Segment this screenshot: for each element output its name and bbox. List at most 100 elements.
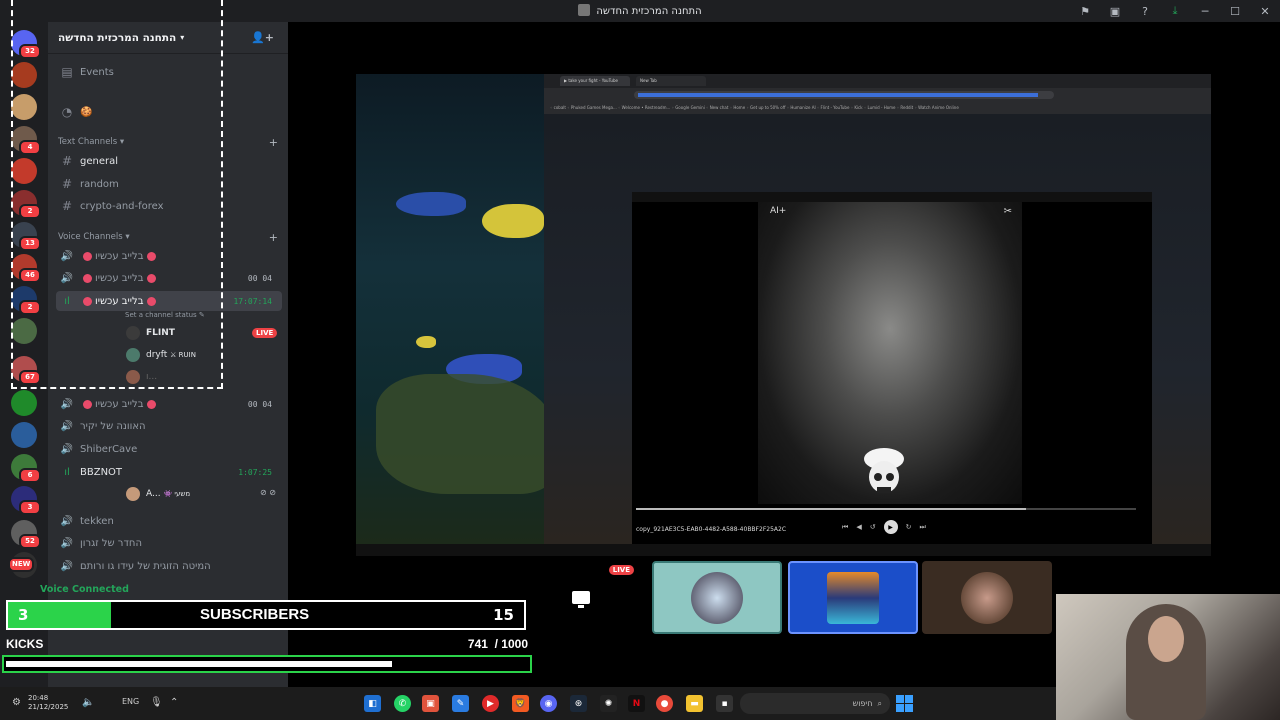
channel-crypto-and-forex[interactable]: # crypto-and-forex	[56, 196, 282, 216]
voice-channel-active[interactable]: ıl בלייב עכשיו 17:07:14	[56, 291, 282, 311]
screen-icon[interactable]: ▣	[1100, 0, 1130, 22]
server-icon[interactable]: 4	[11, 126, 41, 155]
server-icon[interactable]: 13	[11, 222, 41, 251]
voice-channel[interactable]: 🔊 בלייב עכשיו	[56, 246, 282, 266]
voice-member[interactable]: A... 👾 משעי	[126, 485, 190, 503]
voice-member[interactable]: ı...	[126, 368, 157, 386]
close-button[interactable]: ✕	[1250, 0, 1280, 22]
server-icon[interactable]	[11, 422, 37, 448]
server-icon[interactable]: 2	[11, 286, 41, 315]
browser-tab[interactable]: ▶ take your fight - YouTube	[560, 76, 630, 86]
windows-start-icon[interactable]	[896, 695, 913, 712]
browse-channels-link[interactable]: ◔ 🍪	[56, 102, 282, 122]
chevron-up-icon[interactable]: ⌃	[170, 697, 178, 708]
tile-screen-share[interactable]: LIVE	[516, 561, 646, 634]
player-topbar	[632, 192, 1152, 202]
server-icon[interactable]: 2	[11, 190, 41, 219]
stream-controls-bar	[356, 544, 1211, 556]
voice-channel[interactable]: 🔊 בלייב עכשיו 00 04	[56, 394, 282, 414]
channel-random[interactable]: # random	[56, 174, 282, 194]
maximize-button[interactable]: ☐	[1220, 0, 1250, 22]
server-icon[interactable]	[11, 62, 37, 88]
youtube-icon[interactable]: ▶	[482, 695, 499, 712]
play-button[interactable]: ▶	[883, 520, 898, 534]
speaker-icon: 🔊	[60, 420, 74, 432]
forward-icon[interactable]: ↻	[906, 523, 912, 531]
whatsapp-icon[interactable]: ✆	[394, 695, 411, 712]
language-indicator[interactable]: ENG	[122, 697, 139, 706]
tile-participant[interactable]	[922, 561, 1052, 634]
network-icon[interactable]: ⚙	[12, 697, 21, 708]
minimize-button[interactable]: ─	[1190, 0, 1220, 22]
voice-member[interactable]: dryft ⚔ RUIN	[126, 346, 196, 364]
help-icon[interactable]: ?	[1130, 0, 1160, 22]
avatar	[961, 571, 1013, 624]
server-icon[interactable]: 6	[11, 454, 41, 483]
video-progress-bar[interactable]	[636, 508, 1136, 510]
replay-icon[interactable]: ↺	[870, 523, 876, 531]
microphone-icon[interactable]: 🎙	[150, 697, 163, 708]
server-icon[interactable]: 67	[11, 356, 41, 385]
server-icon[interactable]	[11, 158, 37, 184]
avatar	[126, 487, 140, 501]
server-header[interactable]: התחנה המרכזית החדשה ▾ 👤+	[48, 22, 288, 54]
events-link[interactable]: ▤ Events	[56, 62, 282, 82]
skip-back-icon[interactable]: ⏮	[842, 523, 848, 532]
app-icon-store[interactable]: ◧	[364, 695, 381, 712]
server-icon-home[interactable]: 32	[11, 30, 41, 59]
channel-timer: 00 04	[247, 399, 272, 409]
rewind-icon[interactable]: ◀	[856, 523, 861, 531]
voice-channel[interactable]: 🔊 האוונה של יקיר	[56, 416, 282, 436]
server-icon[interactable]	[11, 318, 37, 344]
browser-url-bar[interactable]	[544, 88, 1211, 102]
app-icon-editor[interactable]: ✎	[452, 695, 469, 712]
volume-icon[interactable]: 🔈	[82, 697, 94, 708]
voice-channel[interactable]: ıl BBZNOT 1:07:25	[56, 462, 282, 482]
download-icon[interactable]: ⤓	[1160, 0, 1190, 22]
voice-channel[interactable]: 🔊 tekken	[56, 511, 282, 531]
server-icon[interactable]: 46	[11, 254, 41, 283]
discord-icon[interactable]: ◉	[540, 695, 557, 712]
speaker-icon: 🔊	[60, 560, 74, 572]
server-icon	[578, 4, 591, 16]
tile-participant[interactable]	[652, 561, 782, 634]
fish	[396, 192, 466, 216]
video-player[interactable]: AI+ ✂ copy_921AE3C5-EAB0-4482-A588-40BBF…	[632, 192, 1152, 544]
server-icon[interactable]: 3	[11, 486, 41, 515]
chatgpt-icon[interactable]: ✺	[600, 695, 617, 712]
speaker-icon: 🔊	[60, 515, 74, 527]
voice-channel[interactable]: 🔊 ShiberCave	[56, 439, 282, 459]
taskbar-clock[interactable]: 20:48 21/12/2025	[28, 694, 68, 712]
steam-icon[interactable]: ⊛	[570, 695, 587, 712]
inbox-icon[interactable]: ⚑	[1070, 0, 1100, 22]
brave-icon[interactable]: 🦁	[512, 695, 529, 712]
category-voice-channels[interactable]: Voice Channels ▾ +	[58, 231, 282, 244]
server-icon[interactable]: 52	[11, 520, 41, 549]
fish	[482, 204, 544, 238]
app-icon-terminal[interactable]: ▪	[716, 695, 733, 712]
voice-channel[interactable]: 🔊 בלייב עכשיו 00 04	[56, 268, 282, 288]
add-channel-icon[interactable]: +	[269, 231, 278, 244]
tile-participant[interactable]	[788, 561, 918, 634]
add-channel-icon[interactable]: +	[269, 136, 278, 149]
fish	[416, 336, 436, 348]
server-icon-new[interactable]: NEW	[8, 552, 37, 578]
server-icon[interactable]	[11, 390, 37, 416]
skip-forward-icon[interactable]: ⏭	[919, 523, 925, 532]
server-icon[interactable]	[11, 94, 37, 120]
voice-channel[interactable]: 🔊 החדר של זגרון	[56, 533, 282, 553]
app-icon-recorder[interactable]: ▣	[422, 695, 439, 712]
invite-icon[interactable]: 👤+	[251, 31, 274, 44]
stream-stage[interactable]: ▶ take your fight - YouTube New Tab ◦ co…	[356, 74, 1211, 556]
speaker-icon: 🔊	[60, 398, 74, 410]
taskbar-search[interactable]: חיפוש ⌕	[740, 693, 890, 714]
voice-channel[interactable]: 🔊 המיטה הזוגית של עידו גו ורותם	[56, 556, 282, 576]
voice-member[interactable]: FLINT	[126, 324, 175, 342]
set-channel-status[interactable]: Set a channel status ✎	[125, 311, 205, 319]
app-icon-media[interactable]: ●	[656, 695, 673, 712]
channel-general[interactable]: # general	[56, 151, 282, 171]
file-explorer-icon[interactable]: ▬	[686, 695, 703, 712]
netflix-icon[interactable]: N	[628, 695, 645, 712]
category-text-channels[interactable]: Text Channels ▾ +	[58, 136, 282, 149]
browser-tab[interactable]: New Tab	[636, 76, 706, 86]
